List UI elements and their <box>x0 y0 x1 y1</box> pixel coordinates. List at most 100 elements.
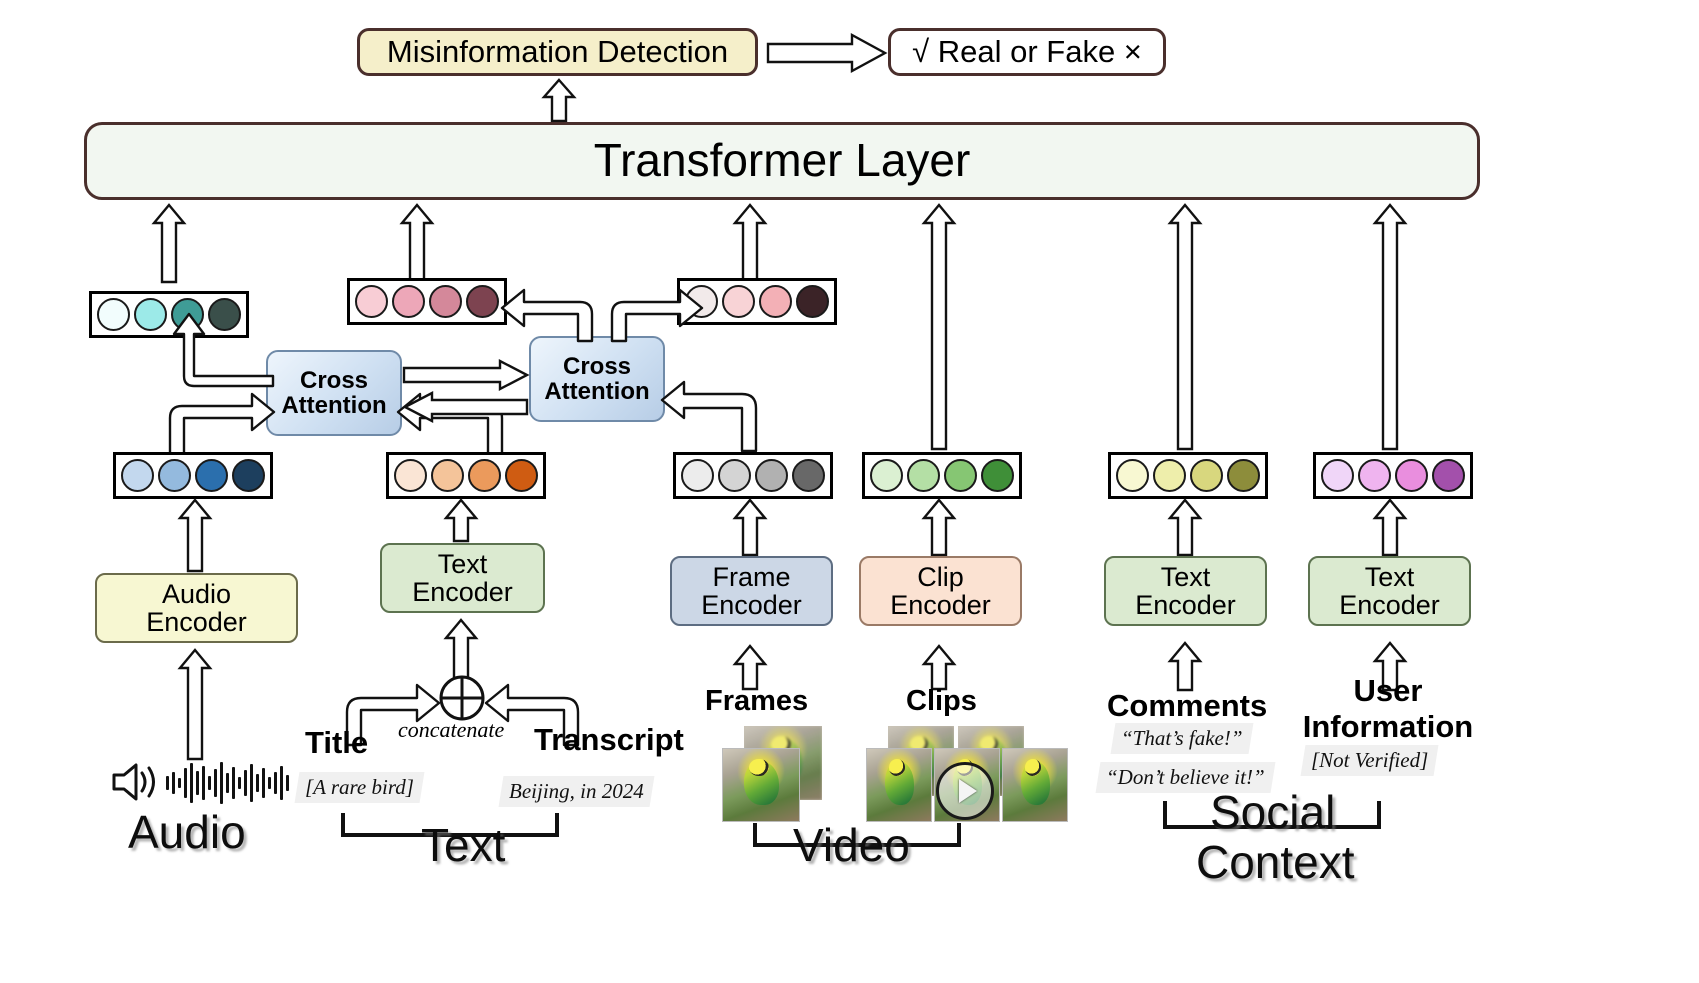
cross-attention-right-line2: Attention <box>544 378 650 405</box>
token <box>1358 459 1391 492</box>
user-information-label: User Information <box>1300 673 1476 745</box>
title-value: [A rare bird] <box>294 772 425 803</box>
token-row-user-raw <box>1313 452 1473 499</box>
arrow-text-encoder-to-tokens <box>443 498 479 543</box>
token <box>1153 459 1186 492</box>
audio-encoder-line2: Encoder <box>146 607 247 637</box>
token <box>429 285 462 318</box>
token <box>121 459 154 492</box>
arrow-comments-to-transformer <box>1167 203 1203 451</box>
token <box>722 285 755 318</box>
arrow-audio-raw-to-ca-left <box>152 390 276 459</box>
token <box>981 459 1014 492</box>
arrow-transformer-to-task <box>541 78 577 123</box>
token <box>681 459 714 492</box>
result-label: √ Real or Fake × <box>912 34 1142 70</box>
token <box>232 459 265 492</box>
clip-encoder-line2: Encoder <box>890 590 991 620</box>
cross-attention-left: Cross Attention <box>266 350 402 436</box>
arrow-clips-to-encoder <box>921 644 957 691</box>
text-encoder-line2: Encoder <box>412 577 513 607</box>
title-label: Title <box>305 725 369 760</box>
comments-text-encoder: Text Encoder <box>1104 556 1267 626</box>
arrow-ca-right-to-video-fused <box>600 286 704 343</box>
token <box>759 285 792 318</box>
user-information-line1: User <box>1353 673 1423 708</box>
transformer-layer: Transformer Layer <box>84 122 1480 200</box>
frame-encoder-line1: Frame <box>712 561 791 592</box>
comments-label: Comments <box>1107 688 1268 723</box>
modality-label-audio: Audio <box>128 806 246 858</box>
token <box>755 459 788 492</box>
cross-attention-left-line1: Cross <box>299 366 369 394</box>
arrow-video-to-transformer <box>732 203 768 284</box>
user-information-line2: Information <box>1302 709 1474 744</box>
token-row-text-raw <box>386 452 546 499</box>
user-value: [Not Verified] <box>1300 745 1439 776</box>
token <box>355 285 388 318</box>
modality-label-social-line1: Social <box>1210 786 1336 838</box>
arrow-text-to-transformer <box>399 203 435 284</box>
comment-1: “That’s fake!” <box>1110 723 1254 754</box>
arrow-comments-to-encoder <box>1167 641 1203 692</box>
token <box>1227 459 1260 492</box>
token <box>1190 459 1223 492</box>
arrow-ca-left-to-audio-fused <box>154 310 275 392</box>
arrow-ca-left-to-ca-right <box>402 359 530 391</box>
clip-encoder: Clip Encoder <box>859 556 1022 626</box>
arrow-task-to-result <box>766 32 888 74</box>
frames-label: Frames <box>705 685 809 717</box>
transcript-label: Transcript <box>534 722 684 757</box>
cross-attention-left-line2: Attention <box>281 392 387 419</box>
cross-attention-right: Cross Attention <box>529 336 665 422</box>
text-encoder: Text Encoder <box>380 543 545 613</box>
arrow-ca-right-to-ca-left <box>402 391 529 423</box>
token <box>907 459 940 492</box>
arrow-clip-encoder-to-tokens <box>921 498 957 557</box>
comments-text-encoder-line2: Encoder <box>1135 590 1236 620</box>
frame-encoder-line2: Encoder <box>701 590 802 620</box>
token <box>796 285 829 318</box>
arrow-frames-to-encoder <box>732 644 768 691</box>
play-button-icon[interactable] <box>936 762 994 820</box>
token <box>392 285 425 318</box>
arrow-audio-to-transformer <box>151 203 187 284</box>
modality-label-social-line2: Context <box>1196 836 1355 888</box>
token-row-frame-raw <box>673 452 833 499</box>
token <box>431 459 464 492</box>
task-label: Misinformation Detection <box>386 34 729 70</box>
frames-thumbnail-stack <box>722 726 862 824</box>
arrow-concat-to-text-encoder <box>443 618 479 683</box>
concatenate-label: concatenate <box>398 717 505 742</box>
arrow-audio-encoder-to-tokens <box>177 498 213 573</box>
token <box>1321 459 1354 492</box>
token <box>792 459 825 492</box>
token <box>1432 459 1465 492</box>
frame-encoder: Frame Encoder <box>670 556 833 626</box>
modality-label-text: Text <box>421 819 506 871</box>
arrow-clip-to-transformer <box>921 203 957 451</box>
token <box>394 459 427 492</box>
clips-label: Clips <box>906 685 977 717</box>
token <box>1116 459 1149 492</box>
arrow-user-to-transformer <box>1372 203 1408 451</box>
clip-thumbnail-1 <box>866 748 932 822</box>
user-text-encoder-line2: Encoder <box>1339 590 1440 620</box>
token-row-text-fused <box>347 278 507 325</box>
arrow-ca-right-to-text-fused <box>500 286 604 343</box>
audio-encoder-line1: Audio <box>161 578 232 609</box>
token <box>944 459 977 492</box>
token <box>718 459 751 492</box>
token <box>505 459 538 492</box>
frame-thumbnail-front <box>722 748 800 822</box>
speaker-icon <box>112 762 158 807</box>
arrow-comments-encoder-to-tokens <box>1167 498 1203 557</box>
token-row-audio-raw <box>113 452 273 499</box>
clip-thumbnail-3 <box>1002 748 1068 822</box>
token <box>97 298 130 331</box>
transformer-layer-label: Transformer Layer <box>593 134 971 187</box>
arrow-frame-raw-to-ca-right <box>660 378 774 453</box>
token <box>870 459 903 492</box>
token <box>466 285 499 318</box>
user-text-encoder: Text Encoder <box>1308 556 1471 626</box>
